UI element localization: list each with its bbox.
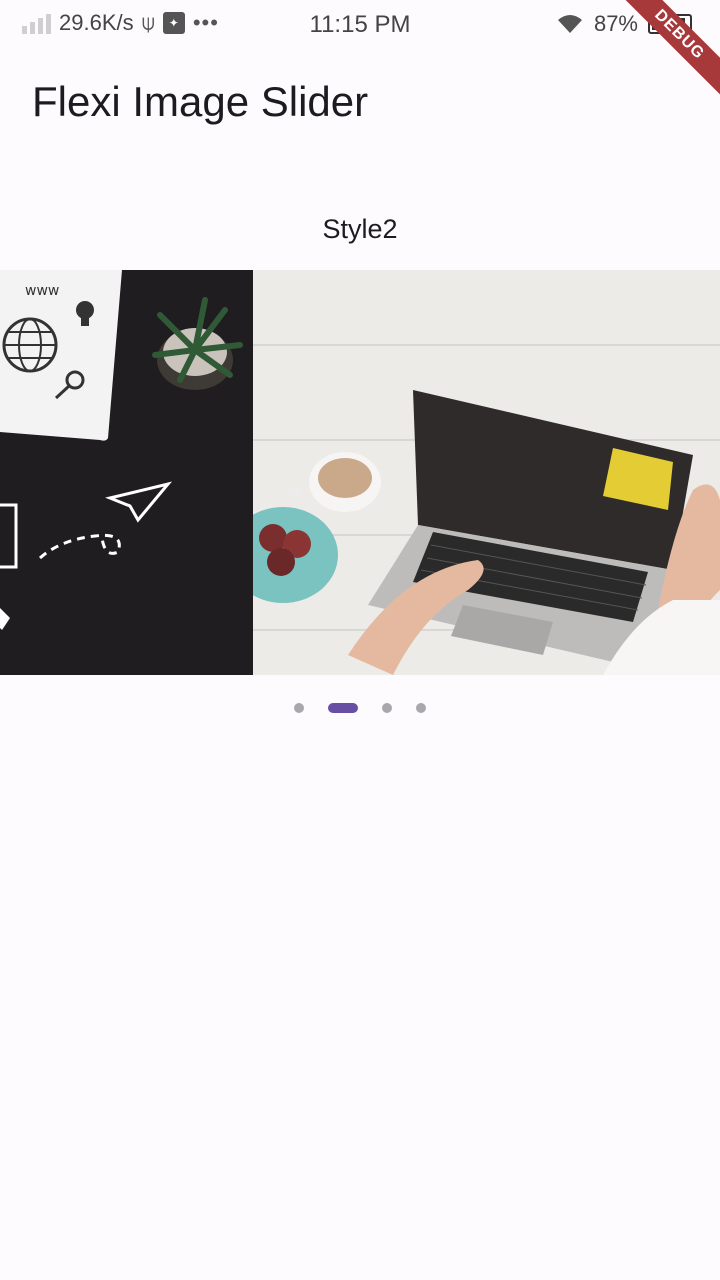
workspace-illustration-image: www	[0, 270, 253, 675]
page-title: Flexi Image Slider	[32, 78, 369, 125]
image-slider[interactable]: www	[0, 270, 720, 675]
slider-style-caption: Style2	[322, 214, 398, 244]
status-bar: 29.6K/s ⍦ ✦ ••• 11:15 PM 87% ⚡	[0, 0, 720, 50]
laptop-photo-image	[253, 270, 720, 675]
svg-text:www: www	[25, 283, 59, 299]
indicator-dot[interactable]	[294, 703, 304, 713]
wifi-icon	[557, 15, 582, 33]
indicator-dot-active[interactable]	[328, 703, 358, 713]
indicator-dot[interactable]	[382, 703, 392, 713]
slide-image-workspace[interactable]: www	[0, 270, 253, 675]
page-indicator	[0, 700, 720, 716]
slide-image-laptop[interactable]	[253, 270, 720, 675]
battery-percent: 87%	[593, 11, 638, 36]
indicator-dot[interactable]	[416, 703, 426, 713]
